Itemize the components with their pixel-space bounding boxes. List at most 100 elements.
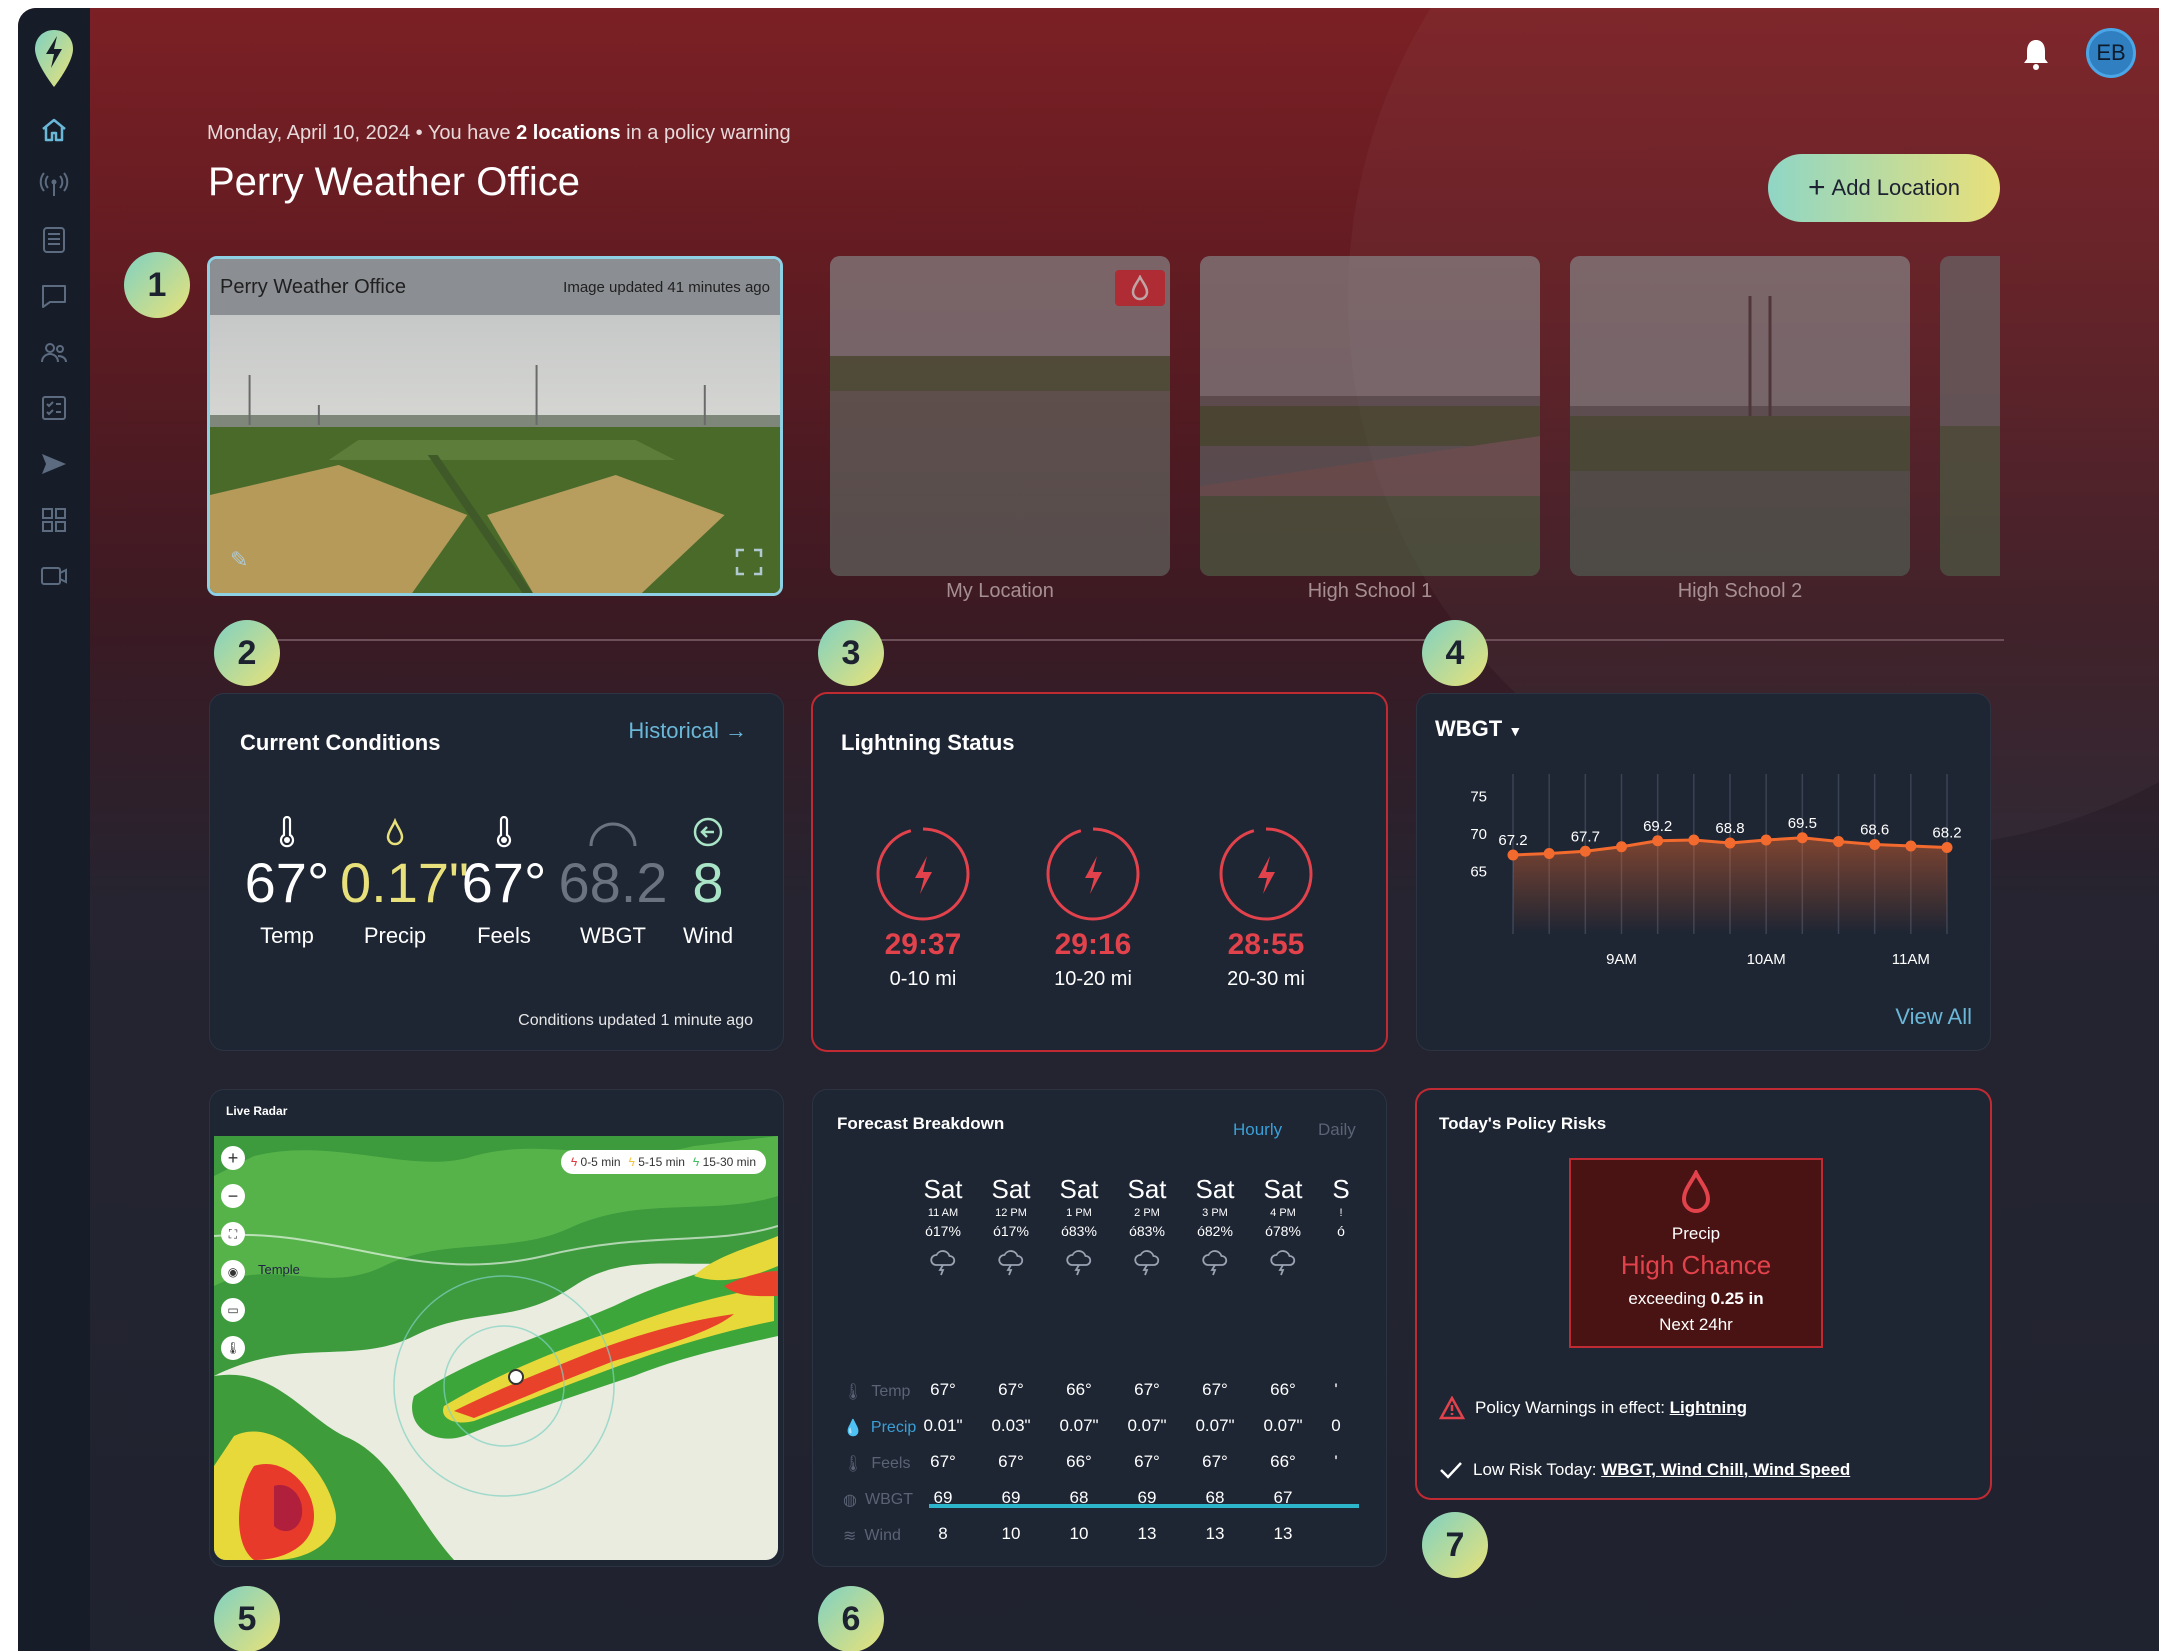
thermometer-icon bbox=[279, 816, 295, 848]
wind-direction-icon bbox=[693, 817, 723, 847]
page-title: Perry Weather Office bbox=[208, 160, 580, 204]
historical-link[interactable]: Historical → bbox=[628, 718, 747, 744]
gauge-icon bbox=[589, 822, 637, 847]
wind-icon: ≋ bbox=[843, 1528, 857, 1545]
chart-data-label: 68.2 bbox=[1932, 825, 1961, 842]
user-avatar[interactable]: EB bbox=[2086, 28, 2136, 78]
metric-wind: 8 Wind bbox=[658, 810, 758, 949]
thumb-label-high-school-2: High School 2 bbox=[1677, 580, 1803, 602]
sidebar-item-messages[interactable] bbox=[34, 276, 74, 316]
chart-point[interactable] bbox=[1833, 836, 1844, 847]
sidebar-item-reports[interactable] bbox=[34, 388, 74, 428]
view-all-link[interactable]: View All bbox=[1895, 1004, 1972, 1030]
chat-icon bbox=[42, 285, 66, 308]
thunderstorm-icon bbox=[1185, 1249, 1245, 1277]
lightning-status-title: Lightning Status bbox=[841, 730, 1015, 755]
wbgt-dropdown-label: WBGT bbox=[1435, 716, 1503, 741]
chart-point[interactable] bbox=[1796, 832, 1808, 844]
chart-point[interactable] bbox=[1652, 835, 1664, 847]
wbgt-label: WBGT bbox=[580, 923, 646, 948]
chart-point[interactable] bbox=[1688, 834, 1700, 846]
chart-point[interactable] bbox=[1579, 845, 1591, 857]
thumb-label-high-school-1: High School 1 bbox=[1307, 580, 1433, 602]
forecast-cell: 66° bbox=[1066, 1380, 1092, 1399]
forecast-hour: 2 PM bbox=[1134, 1207, 1160, 1219]
warning-value[interactable]: Lightning bbox=[1670, 1398, 1747, 1417]
sidebar-item-notifications[interactable] bbox=[34, 444, 74, 484]
bolt-icon: ϟ bbox=[570, 1155, 578, 1169]
chart-y-tick: 65 bbox=[1470, 864, 1487, 881]
sidebar-item-apps[interactable] bbox=[34, 500, 74, 540]
row-label: WBGT bbox=[864, 1491, 913, 1508]
low-risk-value[interactable]: WBGT, Wind Chill, Wind Speed bbox=[1601, 1460, 1850, 1479]
wbgt-metric-dropdown[interactable]: WBGT ▼ bbox=[1435, 716, 1522, 742]
forecast-cell: 66° bbox=[1066, 1452, 1092, 1471]
sidebar-item-cameras[interactable] bbox=[34, 556, 74, 596]
droplet-icon bbox=[1131, 275, 1149, 301]
chevron-down-icon: ▼ bbox=[1508, 723, 1523, 739]
warning-suffix: in a policy warning bbox=[620, 122, 791, 144]
add-location-button[interactable]: + Add Location bbox=[1768, 154, 2000, 222]
sidebar-item-home[interactable] bbox=[34, 110, 74, 150]
date-warning-line: Monday, April 10, 2024 • You have 2 loca… bbox=[207, 122, 791, 145]
legend-label: 5-15 min bbox=[638, 1155, 685, 1169]
main-camera-card[interactable]: Perry Weather Office Image updated 41 mi… bbox=[207, 256, 783, 596]
expand-map-icon[interactable]: ⛶ bbox=[221, 1222, 245, 1246]
chart-point[interactable] bbox=[1905, 840, 1917, 852]
wbgt-chart-card: WBGT ▼ 67.2 67.7 69.2 68.8 69.5 68.6 68.2 75 70 6… bbox=[1417, 694, 1990, 1050]
legend-label: 0-5 min bbox=[580, 1155, 621, 1169]
sidebar-item-layers[interactable] bbox=[34, 220, 74, 260]
layers-toggle-icon[interactable]: ▭ bbox=[221, 1298, 245, 1322]
radar-map[interactable]: + − ⛶ ◉ ▭ 🌡 Temple ϟ 0-5 min ϟ 5-15 min … bbox=[214, 1136, 778, 1560]
edit-icon[interactable]: ✎ bbox=[230, 547, 248, 573]
precip-value: 0.17" bbox=[340, 851, 469, 914]
chart-y-tick: 70 bbox=[1470, 826, 1487, 843]
temperature-layer-icon[interactable]: 🌡 bbox=[221, 1336, 245, 1360]
row-label-precip[interactable]: 💧 Precip bbox=[843, 1418, 916, 1438]
forecast-column: Sat 2 PM ó83% bbox=[1117, 1174, 1177, 1277]
row-label-wind: ≋ Wind bbox=[843, 1526, 901, 1546]
camera-name: Perry Weather Office bbox=[220, 275, 406, 298]
camera-thumb-high-school-1[interactable] bbox=[1200, 256, 1540, 576]
forecast-day: Sat bbox=[1195, 1174, 1235, 1204]
chart-point[interactable] bbox=[1869, 839, 1881, 850]
chart-data-label: 68.6 bbox=[1860, 822, 1889, 839]
legend-item-5-15: ϟ 5-15 min bbox=[629, 1155, 685, 1169]
chart-point[interactable] bbox=[1941, 842, 1953, 853]
metric-temp: 67° Temp bbox=[232, 810, 342, 949]
forecast-cell: 0.07" bbox=[1263, 1416, 1303, 1435]
camera-thumb-high-school-2[interactable] bbox=[1570, 256, 1910, 576]
camera-image bbox=[210, 315, 780, 593]
locate-icon[interactable]: ◉ bbox=[221, 1260, 245, 1284]
sidebar-item-users[interactable] bbox=[34, 332, 74, 372]
fullscreen-icon[interactable] bbox=[734, 547, 764, 577]
app-logo-icon[interactable] bbox=[32, 28, 76, 90]
chart-point[interactable] bbox=[1724, 837, 1736, 849]
camera-thumb-partial[interactable] bbox=[1940, 256, 2000, 576]
zoom-in-icon[interactable]: + bbox=[221, 1146, 245, 1170]
camera-thumb-my-location[interactable] bbox=[830, 256, 1170, 576]
forecast-cell: 13 bbox=[1137, 1524, 1157, 1543]
forecast-cell: 66° bbox=[1270, 1452, 1296, 1471]
chart-point[interactable] bbox=[1543, 848, 1555, 859]
tab-daily[interactable]: Daily bbox=[1318, 1120, 1356, 1140]
thunderstorm-icon bbox=[1117, 1249, 1177, 1277]
tab-hourly[interactable]: Hourly bbox=[1233, 1120, 1282, 1140]
zoom-out-icon[interactable]: − bbox=[221, 1184, 245, 1208]
chart-data-label: 69.5 bbox=[1788, 815, 1817, 832]
camera-header: Perry Weather Office Image updated 41 mi… bbox=[210, 259, 780, 315]
precip-risk-box[interactable]: Precip High Chance exceeding 0.25 in Nex… bbox=[1569, 1158, 1823, 1348]
warning-triangle-icon bbox=[1439, 1396, 1465, 1420]
chart-point[interactable] bbox=[1760, 834, 1772, 846]
sidebar-item-stations[interactable] bbox=[34, 164, 74, 204]
chart-point[interactable] bbox=[1507, 849, 1519, 861]
wbgt-line-chart: 67.2 67.7 69.2 68.8 69.5 68.6 68.2 75 70 65 9AM 10A… bbox=[1470, 774, 1962, 968]
forecast-cell: 0.07" bbox=[1127, 1416, 1167, 1435]
thunderstorm-icon bbox=[1049, 1249, 1109, 1277]
current-conditions-title: Current Conditions bbox=[240, 730, 441, 755]
forecast-cell: ' bbox=[1334, 1452, 1338, 1471]
wbgt-row-bar bbox=[929, 1504, 1359, 1508]
bell-icon[interactable] bbox=[2018, 34, 2054, 74]
thermometer-icon: 🌡 bbox=[843, 1456, 864, 1473]
chart-point[interactable] bbox=[1616, 841, 1627, 853]
